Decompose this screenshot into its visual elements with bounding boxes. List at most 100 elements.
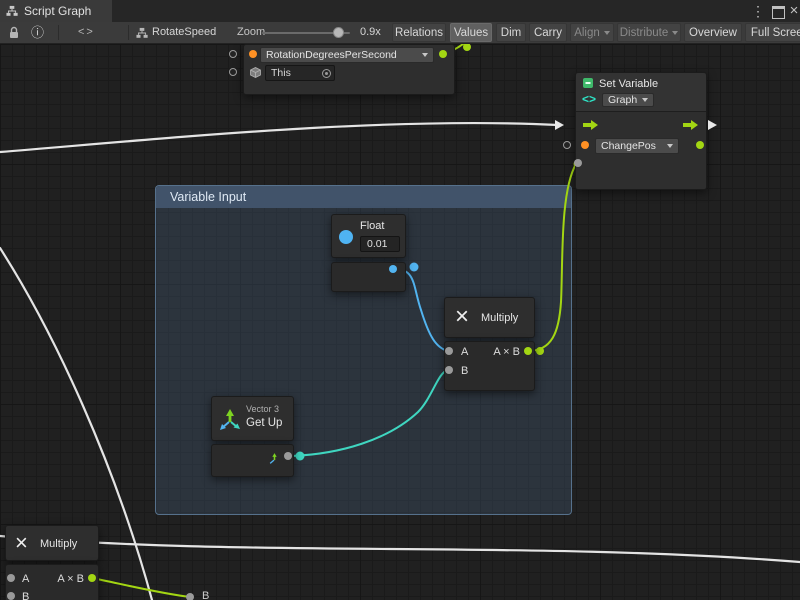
title-bar: Script Graph ⋮ ×: [0, 0, 800, 22]
window-title: Script Graph: [24, 4, 91, 18]
flow-in-arrow-icon: [583, 119, 599, 131]
set-variable-name: ChangePos: [601, 140, 656, 152]
variable-scope-label: Graph: [608, 94, 637, 106]
group-header[interactable]: Variable Input: [156, 186, 571, 208]
port-input[interactable]: [229, 68, 237, 76]
port-input[interactable]: [563, 141, 571, 149]
port-label-result: A × B: [57, 573, 84, 585]
port-variable-name[interactable]: [249, 50, 257, 58]
align-button[interactable]: Align: [570, 23, 614, 42]
lock-icon[interactable]: [8, 26, 20, 40]
close-icon[interactable]: ×: [786, 0, 800, 22]
port-multiply-b[interactable]: [445, 366, 453, 374]
port-label-b: B: [22, 591, 29, 600]
port-label-a: A: [22, 573, 29, 585]
variable-scope-dropdown[interactable]: Graph: [602, 93, 654, 107]
float-value-field[interactable]: 0.01: [360, 236, 400, 252]
script-graph-icon: [6, 5, 18, 17]
values-button[interactable]: Values: [450, 23, 492, 42]
port-multiply-a[interactable]: [445, 347, 453, 355]
zoom-slider-handle[interactable]: [333, 27, 344, 38]
align-label: Align: [574, 27, 600, 39]
distribute-label: Distribute: [620, 27, 669, 39]
tab-script-graph[interactable]: Script Graph: [0, 0, 112, 22]
port-label-result: A × B: [493, 346, 520, 358]
info-icon[interactable]: ⓘ: [31, 22, 44, 43]
zoom-value: 0.9x: [360, 22, 381, 43]
get-up-type-label: Vector 3: [246, 404, 279, 414]
variable-name: RotationDegreesPerSecond: [266, 49, 397, 61]
port-float-output[interactable]: [389, 265, 397, 273]
float-value: 0.01: [367, 238, 387, 250]
object-picker-icon[interactable]: [322, 69, 331, 78]
port-input[interactable]: [229, 50, 237, 58]
dim-button[interactable]: Dim: [496, 23, 526, 42]
maximize-icon[interactable]: [772, 6, 785, 19]
chevron-down-icon: [604, 31, 610, 35]
port-label-b: B: [461, 365, 468, 377]
node-get-up-ports[interactable]: [211, 444, 294, 477]
vector3-icon: [218, 407, 242, 431]
multiply-title: Multiply: [481, 312, 518, 324]
overview-label: Overview: [689, 27, 737, 39]
kebab-menu-icon[interactable]: ⋮: [750, 0, 766, 22]
float-title: Float: [360, 220, 384, 232]
distribute-button[interactable]: Distribute: [617, 23, 681, 42]
full-screen-label: Full Screen: [751, 27, 800, 39]
port-fragment-b[interactable]: [186, 593, 194, 600]
chevron-down-icon: [422, 53, 428, 57]
port-multiply-result[interactable]: [524, 347, 532, 355]
port-get-up-output[interactable]: [284, 452, 292, 460]
graph-toolbar: ⓘ <> RotateSpeed Zoom 0.9x Relations Val…: [0, 22, 800, 44]
node-get-variable[interactable]: RotationDegreesPerSecond This: [243, 44, 455, 95]
target-object-label: This: [271, 67, 291, 79]
variable-name-dropdown[interactable]: RotationDegreesPerSecond: [260, 47, 434, 63]
node-multiply-ports[interactable]: A A × B B: [444, 341, 535, 391]
port-label-a: A: [461, 346, 468, 358]
set-variable-header: Set Variable <> Graph: [576, 73, 706, 112]
node-multiply[interactable]: × Multiply: [444, 297, 535, 338]
group-title: Variable Input: [170, 190, 246, 204]
target-object-field[interactable]: This: [265, 65, 335, 81]
node-float[interactable]: Float 0.01: [331, 214, 406, 258]
port-variable-name[interactable]: [581, 141, 589, 149]
set-variable-name-dropdown[interactable]: ChangePos: [595, 138, 679, 154]
set-variable-title: Set Variable: [599, 78, 658, 90]
zoom-label: Zoom: [237, 22, 265, 43]
carry-button[interactable]: Carry: [529, 23, 567, 42]
cube-icon: [250, 67, 261, 78]
overview-button[interactable]: Overview: [684, 23, 742, 42]
multiply-icon: ×: [15, 531, 28, 555]
relations-label: Relations: [395, 27, 443, 39]
chevron-down-icon: [667, 144, 673, 148]
multiply-2-title: Multiply: [40, 538, 77, 550]
get-up-title: Get Up: [246, 417, 282, 429]
port-multiply2-b[interactable]: [7, 592, 15, 600]
float-icon: [339, 230, 353, 244]
node-multiply-2[interactable]: × Multiply: [5, 525, 99, 561]
toolbar-separator: [58, 25, 59, 40]
dim-label: Dim: [501, 27, 521, 39]
node-get-up[interactable]: Vector 3 Get Up: [211, 396, 294, 441]
port-flow-out[interactable]: [708, 120, 717, 130]
port-multiply2-a[interactable]: [7, 574, 15, 582]
node-multiply-2-ports[interactable]: A A × B B: [5, 564, 99, 600]
flow-out-arrow-icon: [683, 119, 699, 131]
variable-icon: [582, 77, 594, 89]
vector3-mini-icon: [268, 452, 281, 465]
node-set-variable[interactable]: Set Variable <> Graph ChangePos: [575, 72, 707, 190]
port-output-connected[interactable]: [439, 50, 447, 58]
port-output-connected[interactable]: [696, 141, 704, 149]
port-value-input[interactable]: [574, 159, 582, 167]
code-icon[interactable]: <>: [78, 22, 95, 43]
port-flow-in[interactable]: [555, 120, 564, 130]
carry-label: Carry: [534, 27, 562, 39]
relations-button[interactable]: Relations: [392, 23, 446, 42]
port-multiply2-result[interactable]: [88, 574, 96, 582]
graph-asset-icon: [136, 27, 148, 39]
values-label: Values: [454, 27, 488, 39]
graph-variable-kind-icon: <>: [582, 92, 596, 106]
toolbar-separator: [128, 25, 129, 40]
chevron-down-icon: [672, 31, 678, 35]
full-screen-button[interactable]: Full Screen: [745, 23, 800, 42]
